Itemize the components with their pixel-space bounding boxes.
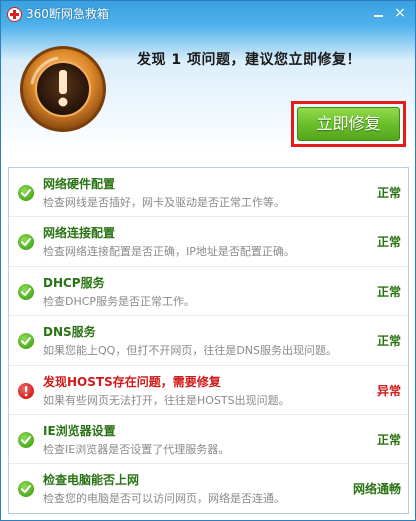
title-bar[interactable]: 360断网急救箱 × bbox=[1, 1, 415, 27]
diagnostic-item-title: 网络硬件配置 bbox=[43, 177, 116, 191]
diagnostic-item: 网络连接配置检查网络连接配置是否正确，IP地址是否配置正确。 正常 bbox=[9, 217, 408, 267]
diagnostic-item-description: 检查DHCP服务是否正常工作。 bbox=[43, 294, 196, 308]
diagnostic-item-status: 正常 bbox=[376, 284, 401, 299]
result-header: 发现 1 项问题，建议您立即修复！ 立即修复 bbox=[1, 27, 415, 153]
diagnostic-item-description: 检查IE浏览器是否设置了代理服务器。 bbox=[43, 442, 230, 456]
warning-alert-icon bbox=[20, 46, 106, 132]
diagnostic-item-title: DHCP服务 bbox=[43, 275, 105, 290]
check-icon bbox=[18, 185, 34, 201]
check-icon bbox=[18, 283, 34, 300]
exclamation-icon bbox=[18, 382, 34, 399]
diagnostic-item-status: 正常 bbox=[376, 235, 401, 250]
diagnostic-item-status: 正常 bbox=[376, 334, 401, 349]
check-icon bbox=[18, 234, 34, 251]
diagnostic-item: DHCP服务检查DHCP服务是否正常工作。 正常 bbox=[9, 267, 408, 317]
diagnostic-item-description: 检查网线是否插好，网卡及驱动是否正常工作等。 bbox=[43, 196, 285, 209]
diagnostic-item: 发现HOSTS存在问题，需要修复如果有些网页无法打开，往往是HOSTS出现问题。… bbox=[9, 366, 408, 415]
diagnostic-list: 网络硬件配置 检查网线是否插好，网卡及驱动是否正常工作等。 正常 网络连接配置 检查网络… bbox=[8, 167, 409, 514]
diagnostic-item-title: 发现HOSTS存在问题，需要修复 bbox=[43, 374, 221, 389]
diagnostic-item-status: 正常 bbox=[376, 432, 401, 447]
diagnostic-item: 检查电脑能否上网检查您的电脑是否可以访问网页，网络是否连通。 网络通畅 bbox=[9, 464, 408, 513]
window-title: 360断网急救箱 bbox=[26, 7, 109, 21]
diagnostic-item-description: 如果您能上QQ，但打不开网页，往往是DNS服务出现问题。 bbox=[43, 344, 337, 358]
diagnostic-item-description: 检查网络连接配置是否正确，IP地址是否配置正确。 bbox=[43, 245, 295, 259]
diagnostic-item: 网络硬件配置检查网线是否插好，网卡及驱动是否正常工作等。 正常 bbox=[9, 168, 408, 218]
check-icon bbox=[18, 481, 34, 498]
minimize-button[interactable] bbox=[369, 5, 387, 21]
diagnostic-item-status: 网络通畅 bbox=[352, 482, 401, 497]
check-icon bbox=[18, 333, 34, 350]
minimize-icon bbox=[373, 15, 383, 17]
diagnostic-item-title: IE浏览器设置 bbox=[43, 423, 116, 438]
diagnostic-item-status: 正常 bbox=[376, 186, 401, 200]
diagnostic-item-description: 如果有些网页无法打开，往往是HOSTS出现问题。 bbox=[43, 393, 290, 407]
app-window: 360断网急救箱 × 发现 1 项问题，建议您立即修复！ 立即修复 网络硬件配置… bbox=[0, 0, 416, 521]
diagnostic-item: DNS服务如果您能上QQ，但打不开网页，往往是DNS服务出现问题。 正常 bbox=[9, 316, 408, 366]
check-icon bbox=[18, 431, 34, 448]
diagnostic-item-title: DNS服务 bbox=[43, 325, 96, 340]
fix-now-button[interactable]: 立即修复 bbox=[297, 107, 400, 141]
diagnostic-item-title: 检查电脑能否上网 bbox=[43, 473, 140, 488]
diagnostic-item-status: 异常 bbox=[376, 383, 401, 398]
result-headline: 发现 1 项问题，建议您立即修复！ bbox=[137, 52, 361, 68]
app-logo-icon bbox=[7, 6, 22, 22]
close-button[interactable]: × bbox=[391, 5, 409, 21]
diagnostic-item: IE浏览器设置检查IE浏览器是否设置了代理服务器。 正常 bbox=[9, 415, 408, 465]
diagnostic-item-title: 网络连接配置 bbox=[43, 226, 116, 241]
diagnostic-item-description: 检查您的电脑是否可以访问网页，网络是否连通。 bbox=[43, 492, 285, 506]
